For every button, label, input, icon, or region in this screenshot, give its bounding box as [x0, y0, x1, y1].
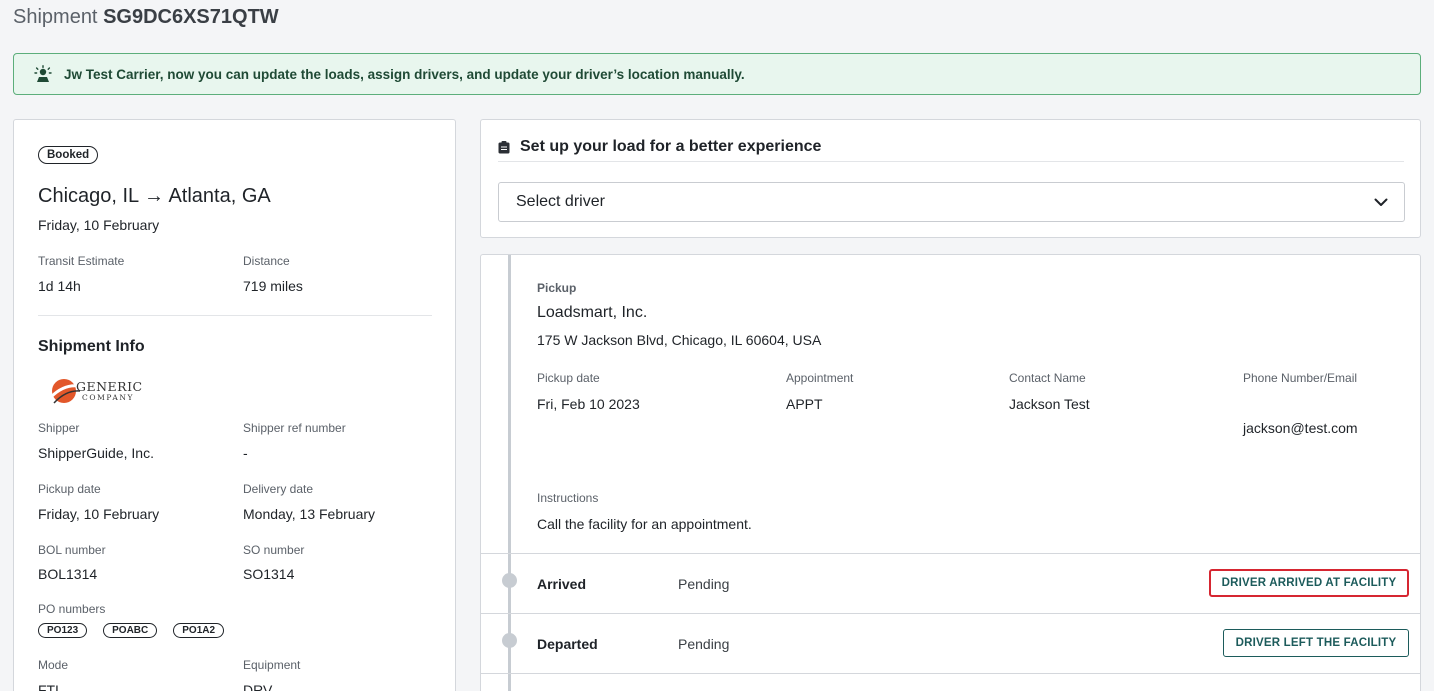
setup-divider [498, 161, 1404, 162]
distance-value: 719 miles [243, 278, 303, 294]
status-badge: Booked [38, 146, 99, 164]
timeline-dot [502, 633, 517, 648]
driver-arrived-button[interactable]: DRIVER ARRIVED AT FACILITY [1209, 569, 1409, 597]
pickup-date-label: Pickup date [38, 482, 101, 496]
so-value: SO1314 [243, 566, 295, 582]
transit-estimate-label: Transit Estimate [38, 254, 125, 268]
mode-label: Mode [38, 658, 69, 672]
page-title-prefix: Shipment [13, 6, 98, 28]
phone-email-value: jackson@test.com [1243, 420, 1358, 436]
shipper-logo-line1: GENERIC [76, 379, 143, 394]
event-divider [481, 553, 1420, 554]
chevron-down-icon [1374, 198, 1388, 206]
shipper-logo-line2: COMPANY [82, 393, 135, 402]
shipper-ref-label: Shipper ref number [243, 421, 346, 435]
event-departed-status: Pending [678, 636, 730, 652]
select-driver-placeholder: Select driver [516, 193, 605, 210]
contact-name-label: Contact Name [1009, 371, 1086, 385]
po-label: PO numbers [38, 602, 106, 616]
event-arrived-status: Pending [678, 576, 730, 592]
select-driver-dropdown[interactable]: Select driver [498, 182, 1405, 222]
so-label: SO number [243, 543, 305, 557]
shipment-summary-card: Booked Chicago, IL → Atlanta, GA Friday,… [13, 119, 456, 691]
delivery-date-value: Monday, 13 February [243, 506, 376, 522]
instructions-label: Instructions [537, 491, 599, 505]
clipboard-icon [498, 140, 510, 153]
bol-value: BOL1314 [38, 566, 98, 582]
shipper-logo: GENERIC COMPANY [50, 376, 150, 406]
transit-estimate-value: 1d 14h [38, 278, 81, 294]
instructions-value: Call the facility for an appointment. [537, 516, 752, 532]
stop-pickup-date-value: Fri, Feb 10 2023 [537, 396, 640, 412]
stop-pickup-date-label: Pickup date [537, 371, 600, 385]
pickup-address: 175 W Jackson Blvd, Chicago, IL 60604, U… [537, 332, 822, 348]
appointment-label: Appointment [786, 371, 854, 385]
banner-text: Jw Test Carrier, now you can update the … [64, 66, 745, 82]
bol-label: BOL number [38, 543, 106, 557]
contact-name-value: Jackson Test [1009, 396, 1090, 412]
event-divider [481, 673, 1420, 674]
pickup-date-value: Friday, 10 February [38, 506, 160, 522]
page-title: Shipment SG9DC6XS71QTW [13, 6, 279, 29]
driver-location-icon [34, 65, 52, 82]
po-pill: PO1A2 [173, 623, 225, 638]
route-date: Friday, 10 February [38, 217, 160, 233]
po-pill: PO123 [38, 623, 88, 638]
timeline-dot [502, 573, 517, 588]
setup-title: Set up your load for a better experience [520, 138, 822, 155]
delivery-date-label: Delivery date [243, 482, 314, 496]
equipment-label: Equipment [243, 658, 301, 672]
driver-left-button[interactable]: DRIVER LEFT THE FACILITY [1223, 629, 1409, 657]
shipper-value: ShipperGuide, Inc. [38, 445, 154, 461]
distance-label: Distance [243, 254, 290, 268]
timeline-line [508, 255, 511, 691]
appointment-value: APPT [786, 396, 823, 412]
phone-email-label: Phone Number/Email [1243, 371, 1358, 385]
event-divider [481, 613, 1420, 614]
summary-divider [38, 315, 432, 316]
po-pill: POABC [103, 623, 158, 638]
setup-card: Set up your load for a better experience… [480, 119, 1421, 238]
setup-header: Set up your load for a better experience [498, 138, 821, 156]
po-list: PO123 POABC PO1A2 [38, 623, 225, 638]
pickup-company: Loadsmart, Inc. [537, 304, 648, 321]
event-arrived-name: Arrived [537, 576, 587, 592]
shipper-label: Shipper [38, 421, 80, 435]
equipment-value: DRV [243, 682, 273, 691]
shipment-info-title: Shipment Info [38, 338, 145, 355]
mode-value: FTL [38, 682, 63, 691]
shipper-ref-value: - [243, 445, 248, 461]
route-title: Chicago, IL → Atlanta, GA [38, 185, 271, 207]
pickup-label: Pickup [537, 281, 577, 295]
event-departed-name: Departed [537, 636, 598, 652]
info-banner: Jw Test Carrier, now you can update the … [13, 53, 1421, 95]
shipment-id: SG9DC6XS71QTW [103, 6, 279, 28]
pickup-stop-card: Pickup Loadsmart, Inc. 175 W Jackson Blv… [480, 254, 1421, 691]
